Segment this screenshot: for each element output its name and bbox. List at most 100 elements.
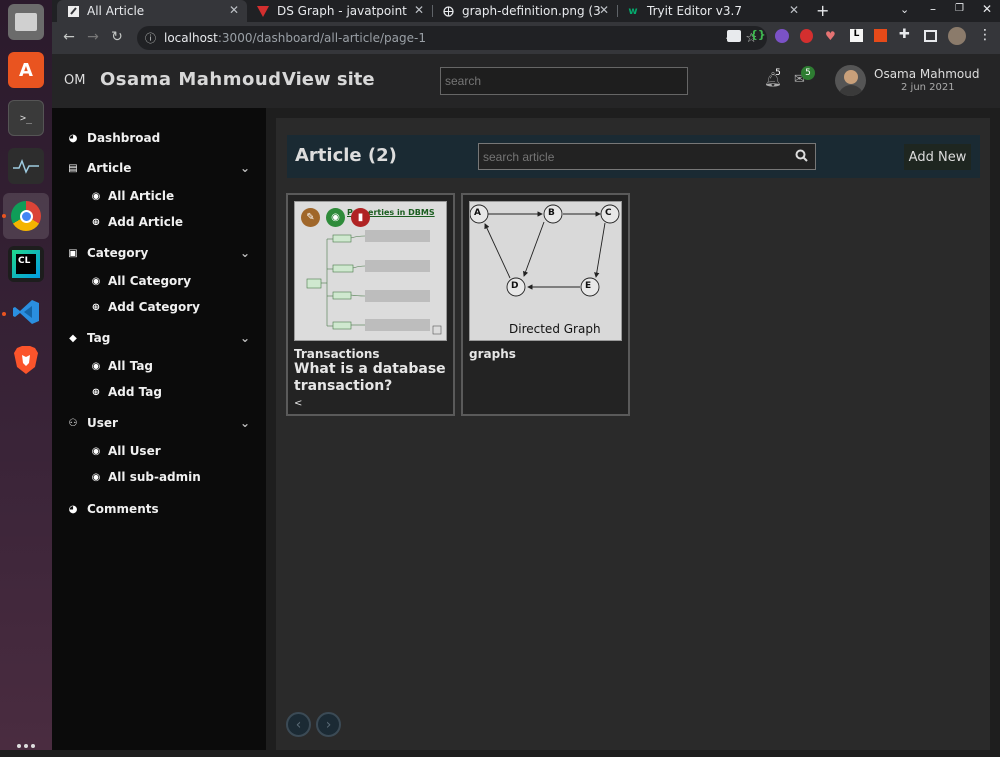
sidebar-item-label: Dashbroad	[87, 131, 161, 145]
brave-icon[interactable]	[8, 342, 44, 378]
software-center-icon[interactable]: A	[8, 52, 44, 88]
tab-ds-graph[interactable]: DS Graph - javatpoint ✕	[247, 0, 432, 22]
notifications-badge: 5	[771, 66, 785, 80]
brand-name[interactable]: Osama Mahmoud	[100, 69, 282, 90]
sidebar-item-label: All sub-admin	[108, 470, 201, 484]
brand-initials: OM	[64, 73, 86, 88]
article-card[interactable]: Directed Graph graphs	[461, 193, 630, 416]
dashboard-gauge-icon: ◕	[68, 132, 78, 144]
chevron-down-icon[interactable]: ⌄	[240, 161, 250, 175]
vscode-icon[interactable]	[8, 294, 44, 330]
edit-pencil-icon[interactable]: ✎	[301, 208, 320, 227]
chevron-down-icon[interactable]: ⌄	[240, 416, 250, 430]
orange-extension-icon[interactable]	[874, 29, 887, 42]
new-tab-icon[interactable]: +	[816, 1, 829, 20]
user-avatar[interactable]	[835, 65, 866, 96]
article-card[interactable]: Properties in DBMS ✎ ◉ ▮ Transactions Wh…	[286, 193, 455, 416]
plus-circle-icon: ⊕	[91, 216, 101, 228]
url-host: localhost	[164, 31, 218, 45]
article-category: Transactions	[294, 347, 380, 361]
clion-icon[interactable]: CL	[8, 246, 44, 282]
close-tab-icon[interactable]: ✕	[599, 3, 609, 17]
sidebar-item-add-article[interactable]: ⊕ Add Article	[52, 213, 266, 231]
redux-extension-icon[interactable]	[775, 29, 789, 43]
json-extension-icon[interactable]: {}	[750, 28, 766, 41]
notifications-count: 5	[775, 68, 781, 78]
search-icon[interactable]	[795, 149, 808, 166]
sidebar-item-all-tag[interactable]: ◉ All Tag	[52, 357, 266, 375]
terminal-icon[interactable]: >_	[8, 100, 44, 136]
l-extension-icon[interactable]: L	[850, 29, 863, 42]
back-icon[interactable]: ←	[60, 28, 78, 46]
restore-icon[interactable]: ❐	[955, 3, 964, 14]
extensions-puzzle-icon[interactable]: ✚	[899, 27, 910, 42]
tab-graph-definition[interactable]: graph-definition.png (332 ✕	[432, 0, 617, 22]
prev-page-button[interactable]: ‹	[286, 712, 311, 737]
sidebar-item-all-user[interactable]: ◉ All User	[52, 442, 266, 460]
reload-icon[interactable]: ↻	[108, 28, 126, 46]
sidebar-item-add-tag[interactable]: ⊕ Add Tag	[52, 383, 266, 401]
close-window-icon[interactable]: ✕	[982, 2, 992, 16]
tag-icon: ◆	[69, 332, 77, 344]
address-bar[interactable]: ⓘ localhost :3000/dashboard/all-article/…	[137, 26, 767, 50]
close-tab-icon[interactable]: ✕	[789, 3, 799, 17]
chevron-down-icon[interactable]: ⌄	[240, 246, 250, 260]
tab-all-article[interactable]: All Article ✕	[57, 0, 247, 22]
sidebar-item-label: All Article	[108, 189, 175, 203]
plus-circle-icon: ⊕	[91, 386, 101, 398]
tab-search-icon[interactable]: ⌄	[900, 3, 909, 16]
globe-icon	[442, 5, 454, 17]
sidebar-item-user[interactable]: ⚇ User ⌄	[52, 413, 266, 433]
system-monitor-icon[interactable]	[8, 148, 44, 184]
chevron-down-icon[interactable]: ⌄	[240, 331, 250, 345]
add-new-button[interactable]: Add New	[904, 144, 971, 170]
next-page-button[interactable]: ›	[316, 712, 341, 737]
sidebar: ◕ Dashbroad ▤ Article ⌄ ◉ All Article ⊕ …	[52, 108, 266, 750]
eye-icon: ◉	[91, 360, 101, 372]
sidebar-item-dashboard[interactable]: ◕ Dashbroad	[52, 128, 266, 148]
sidebar-item-label: Tag	[87, 331, 111, 345]
show-apps-icon[interactable]	[16, 738, 36, 748]
sidebar-item-add-category[interactable]: ⊕ Add Category	[52, 298, 266, 316]
view-site-link[interactable]: View site	[282, 69, 375, 90]
red-extension-icon[interactable]	[800, 29, 813, 43]
sidebar-item-tag[interactable]: ◆ Tag ⌄	[52, 328, 266, 348]
sidebar-item-all-article[interactable]: ◉ All Article	[52, 187, 266, 205]
url-path: :3000/dashboard/all-article/page-1	[217, 31, 426, 45]
chevron-right-icon: ›	[325, 716, 332, 733]
tab-title: graph-definition.png (332	[462, 4, 600, 18]
view-eye-icon[interactable]: ◉	[326, 208, 345, 227]
sidebar-item-article[interactable]: ▤ Article ⌄	[52, 158, 266, 178]
sidebar-item-label: User	[87, 416, 118, 430]
close-tab-icon[interactable]: ✕	[229, 3, 239, 17]
chrome-icon[interactable]	[8, 198, 44, 234]
files-app-icon[interactable]	[8, 4, 44, 40]
forward-icon[interactable]: →	[84, 28, 102, 46]
sidebar-item-category[interactable]: ▣ Category ⌄	[52, 243, 266, 263]
header-search-input[interactable]	[440, 67, 688, 95]
eye-icon: ◉	[91, 190, 101, 202]
sidebar-item-comments[interactable]: ◕ Comments	[52, 499, 266, 519]
article-thumbnail[interactable]: Directed Graph	[469, 201, 622, 341]
eye-icon: ◉	[91, 445, 101, 457]
article-search-input[interactable]	[478, 143, 816, 170]
sidebar-item-all-subadmin[interactable]: ◉ All sub-admin	[52, 468, 266, 486]
tab-title: DS Graph - javatpoint	[277, 4, 407, 18]
delete-trash-icon[interactable]: ▮	[351, 208, 370, 227]
minimize-icon[interactable]: –	[930, 2, 936, 16]
profile-avatar-icon[interactable]	[948, 27, 966, 45]
browser-tab-bar: All Article ✕ DS Graph - javatpoint ✕ gr…	[52, 0, 1000, 22]
screenshot-extension-icon[interactable]	[727, 30, 741, 42]
heart-extension-icon[interactable]: ♥	[825, 29, 836, 43]
tab-tryit-editor[interactable]: w Tryit Editor v3.7 ✕	[617, 0, 807, 22]
close-tab-icon[interactable]: ✕	[414, 3, 424, 17]
side-panel-icon[interactable]	[924, 30, 937, 42]
running-indicator	[2, 214, 6, 218]
messages-badge: 5	[801, 66, 815, 80]
site-info-icon[interactable]: ⓘ	[145, 30, 156, 46]
document-icon: ▤	[68, 162, 78, 174]
thumbnail-caption: Directed Graph	[509, 322, 601, 336]
chrome-menu-icon[interactable]: ⋮	[978, 27, 992, 43]
article-title[interactable]: What is a database transaction?	[294, 361, 449, 395]
sidebar-item-all-category[interactable]: ◉ All Category	[52, 272, 266, 290]
